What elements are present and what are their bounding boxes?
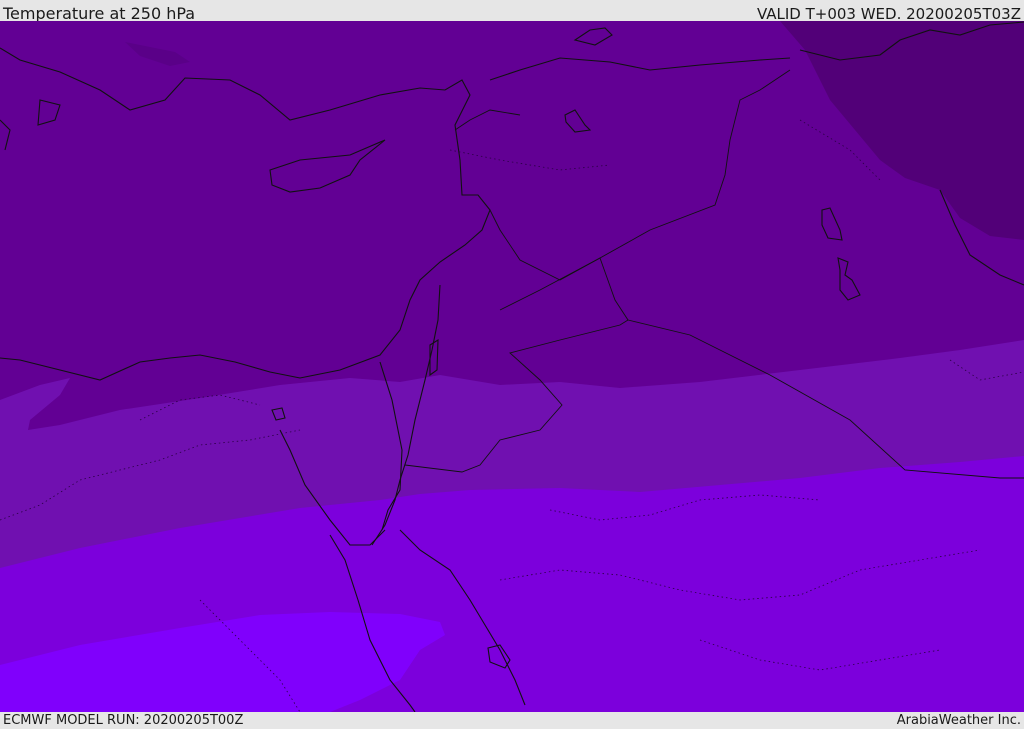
temperature-map-svg (0, 21, 1024, 712)
bottom-bar: ECMWF MODEL RUN: 20200205T00Z ArabiaWeat… (0, 712, 1024, 729)
weather-map (0, 21, 1024, 712)
top-bar: Temperature at 250 hPa VALID T+003 WED. … (0, 0, 1024, 23)
model-run: ECMWF MODEL RUN: 20200205T00Z (3, 713, 244, 728)
credit: ArabiaWeather Inc. (896, 713, 1021, 728)
